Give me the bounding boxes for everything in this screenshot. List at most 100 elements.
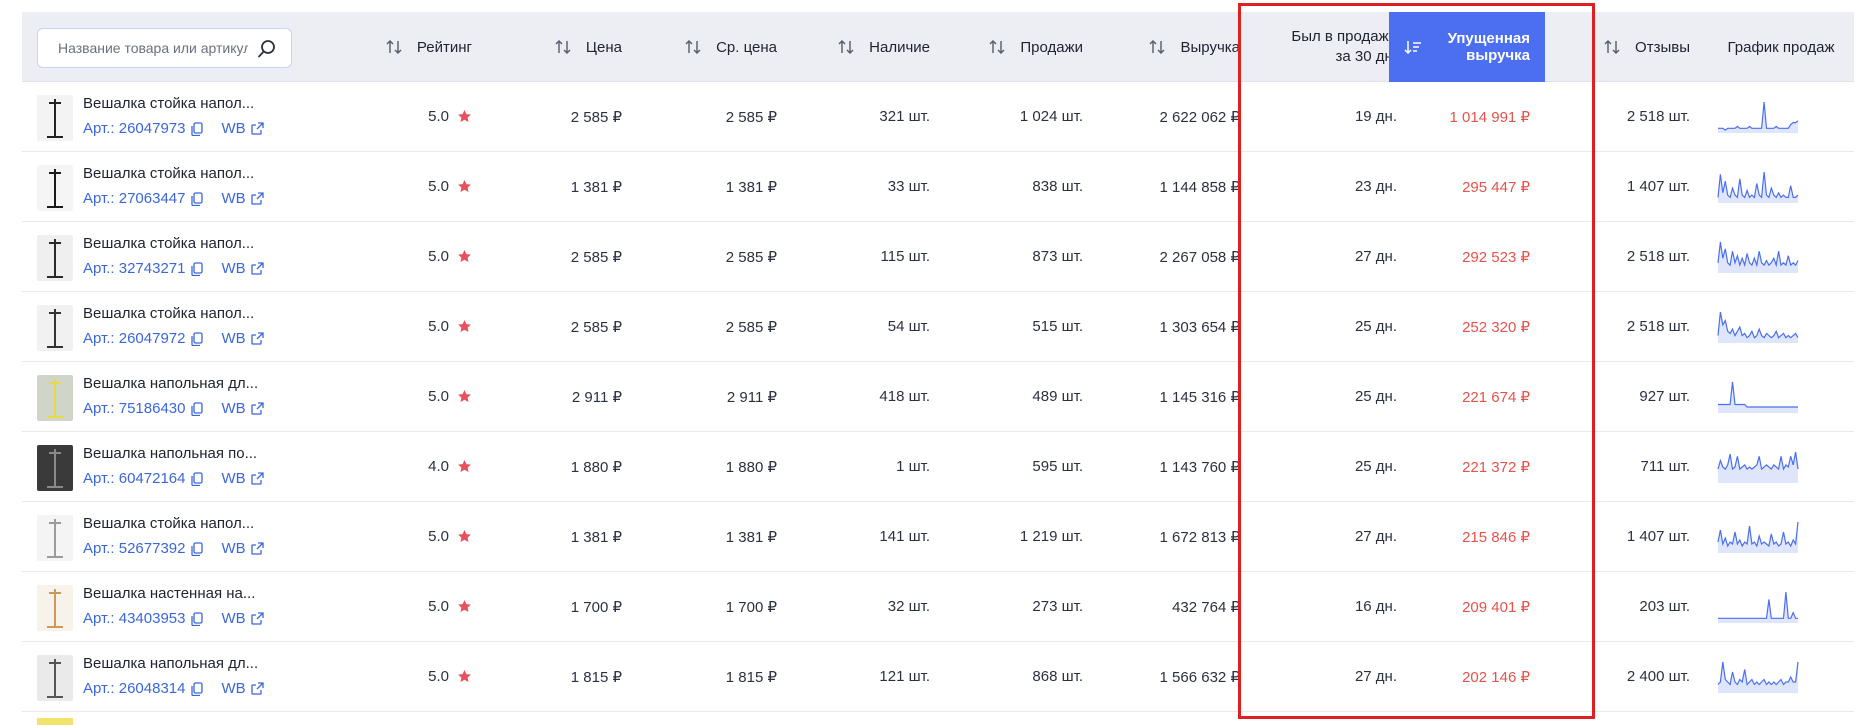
copy-icon[interactable]	[191, 401, 204, 416]
sales-cell: 1 024 шт.	[1019, 108, 1083, 125]
wb-link[interactable]: WB	[221, 470, 264, 487]
wb-link[interactable]: WB	[221, 260, 264, 277]
copy-icon[interactable]	[191, 681, 204, 696]
search-input[interactable]	[58, 40, 248, 56]
product-article[interactable]: Арт.: 43403953	[83, 610, 185, 627]
product-article[interactable]: Арт.: 52677392	[83, 540, 185, 557]
rating-value: 5.0	[428, 388, 449, 405]
search-field[interactable]	[37, 28, 292, 68]
wb-link[interactable]: WB	[221, 330, 264, 347]
table-row[interactable]: Вешалка напольная по... Арт.: 60472164 W…	[22, 432, 1854, 502]
header-rating[interactable]: Рейтинг	[352, 12, 472, 82]
product-name[interactable]: Вешалка стойка напол...	[83, 95, 254, 112]
sales-sparkline[interactable]	[1717, 380, 1799, 414]
star-icon	[458, 180, 471, 192]
product-article[interactable]: Арт.: 26048314	[83, 680, 185, 697]
sales-sparkline[interactable]	[1717, 100, 1799, 134]
avg-price-cell: 1 381 ₽	[725, 178, 777, 196]
sales-sparkline[interactable]	[1717, 170, 1799, 204]
lost-revenue-cell: 209 401 ₽	[1462, 598, 1530, 616]
product-article[interactable]: Арт.: 32743271	[83, 260, 185, 277]
search-icon[interactable]	[257, 39, 277, 59]
sales-sparkline[interactable]	[1717, 310, 1799, 344]
header-reviews[interactable]: Отзывы	[1582, 12, 1690, 82]
table-row[interactable]: Вешалка стойка напол... Арт.: 27063447 W…	[22, 152, 1854, 222]
revenue-cell: 2 267 058 ₽	[1159, 248, 1240, 266]
product-article[interactable]: Арт.: 60472164	[83, 470, 185, 487]
external-link-icon	[250, 192, 264, 205]
days-on-sale-cell: 27 дн.	[1354, 248, 1397, 265]
copy-icon[interactable]	[191, 191, 204, 206]
header-stock[interactable]: Наличие	[802, 12, 930, 82]
sales-sparkline[interactable]	[1717, 520, 1799, 554]
product-thumbnail[interactable]	[37, 515, 73, 561]
product-article[interactable]: Арт.: 27063447	[83, 190, 185, 207]
product-thumbnail[interactable]	[37, 95, 73, 141]
table-row[interactable]: Вешалка напольная дл... Арт.: 75186430 W…	[22, 362, 1854, 432]
sales-sparkline[interactable]	[1717, 450, 1799, 484]
wb-link[interactable]: WB	[221, 610, 264, 627]
header-lost-revenue[interactable]: Упущенная выручка	[1389, 12, 1545, 82]
product-thumbnail[interactable]	[37, 375, 73, 421]
product-thumbnail[interactable]	[37, 655, 73, 701]
header-avg-price[interactable]: Ср. цена	[652, 12, 777, 82]
product-name[interactable]: Вешалка стойка напол...	[83, 305, 254, 322]
copy-icon[interactable]	[191, 121, 204, 136]
reviews-cell: 711 шт.	[1640, 458, 1691, 475]
copy-icon[interactable]	[191, 541, 204, 556]
product-thumbnail[interactable]	[37, 235, 73, 281]
table-row[interactable]: Вешалка стойка напол... Арт.: 26047972 W…	[22, 292, 1854, 362]
table-row[interactable]: Вешалка стойка напол... Арт.: 32743271 W…	[22, 222, 1854, 292]
table-row[interactable]	[22, 712, 1854, 725]
product-name[interactable]: Вешалка стойка напол...	[83, 235, 254, 252]
sort-icon	[1149, 40, 1165, 54]
header-revenue[interactable]: Выручка	[1112, 12, 1240, 82]
products-table: Рейтинг Цена Ср. цена Наличие Продажи Вы…	[22, 12, 1854, 725]
header-sales[interactable]: Продажи	[952, 12, 1083, 82]
sales-sparkline[interactable]	[1717, 240, 1799, 274]
price-cell: 1 880 ₽	[570, 458, 622, 476]
wb-link[interactable]: WB	[221, 120, 264, 137]
product-article[interactable]: Арт.: 26047973	[83, 120, 185, 137]
copy-icon[interactable]	[191, 331, 204, 346]
sales-sparkline[interactable]	[1717, 590, 1799, 624]
revenue-cell: 1 672 813 ₽	[1159, 528, 1240, 546]
table-row[interactable]: Вешалка напольная дл... Арт.: 26048314 W…	[22, 642, 1854, 712]
wb-link[interactable]: WB	[221, 680, 264, 697]
header-price[interactable]: Цена	[522, 12, 622, 82]
wb-link[interactable]: WB	[221, 400, 264, 417]
product-thumbnail[interactable]	[37, 585, 73, 631]
copy-icon[interactable]	[191, 611, 204, 626]
wb-link[interactable]: WB	[221, 540, 264, 557]
product-article[interactable]: Арт.: 75186430	[83, 400, 185, 417]
header-days-on-sale[interactable]: Был в продаже за 30 дн.	[1262, 12, 1397, 82]
price-cell: 2 585 ₽	[570, 318, 622, 336]
sales-sparkline[interactable]	[1717, 660, 1799, 694]
product-thumbnail[interactable]	[37, 305, 73, 351]
wb-link[interactable]: WB	[221, 190, 264, 207]
product-name[interactable]: Вешалка настенная на...	[83, 585, 255, 602]
table-row[interactable]: Вешалка стойка напол... Арт.: 26047973 W…	[22, 82, 1854, 152]
product-name[interactable]: Вешалка стойка напол...	[83, 515, 254, 532]
star-icon	[458, 390, 471, 402]
copy-icon[interactable]	[191, 471, 204, 486]
days-on-sale-cell: 27 дн.	[1354, 528, 1397, 545]
product-article[interactable]: Арт.: 26047972	[83, 330, 185, 347]
copy-icon[interactable]	[191, 261, 204, 276]
product-name[interactable]: Вешалка напольная дл...	[83, 375, 258, 392]
rating-value: 5.0	[428, 318, 449, 335]
product-links: Арт.: 32743271 WB	[83, 260, 264, 277]
product-name[interactable]: Вешалка напольная по...	[83, 445, 257, 462]
rating-value: 5.0	[428, 178, 449, 195]
price-cell: 1 815 ₽	[570, 668, 622, 686]
product-name[interactable]: Вешалка напольная дл...	[83, 655, 258, 672]
table-row[interactable]: Вешалка стойка напол... Арт.: 52677392 W…	[22, 502, 1854, 572]
header-rating-label: Рейтинг	[416, 38, 472, 56]
product-name[interactable]: Вешалка стойка напол...	[83, 165, 254, 182]
sparkline-line	[1717, 521, 1799, 548]
price-cell: 1 381 ₽	[570, 528, 622, 546]
product-thumbnail[interactable]	[37, 165, 73, 211]
table-row[interactable]: Вешалка настенная на... Арт.: 43403953 W…	[22, 572, 1854, 642]
product-thumbnail[interactable]	[37, 445, 73, 491]
rating-cell: 5.0	[352, 572, 472, 641]
